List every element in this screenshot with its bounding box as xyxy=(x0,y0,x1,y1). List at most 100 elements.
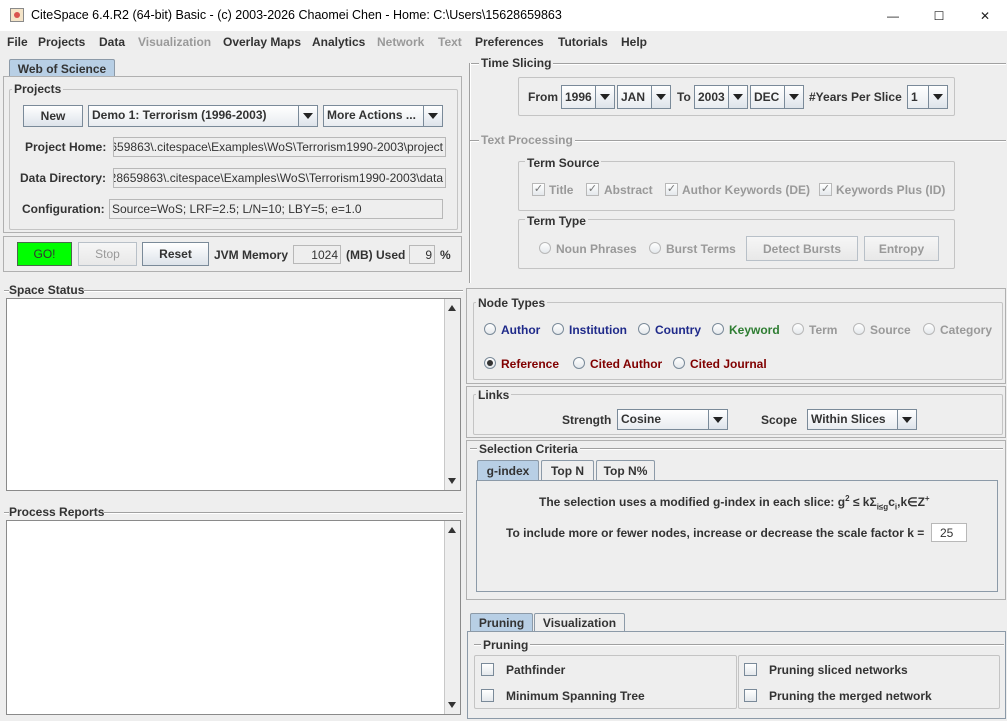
scroll-down-icon[interactable] xyxy=(448,702,456,708)
country-label: Country xyxy=(655,323,701,337)
maximize-button[interactable]: ☐ xyxy=(916,0,962,31)
process-reports-textarea[interactable] xyxy=(6,520,461,715)
keyword-radio[interactable] xyxy=(712,323,724,335)
term-label: Term xyxy=(809,323,838,337)
go-button[interactable]: GO! xyxy=(17,242,72,266)
to-year-value: 2003 xyxy=(698,90,725,104)
strength-select[interactable]: Cosine xyxy=(617,409,728,430)
pruning-rule xyxy=(474,644,1004,646)
close-button[interactable]: ✕ xyxy=(962,0,1007,31)
g-index-formula: The selection uses a modified g-index in… xyxy=(539,494,930,511)
menu-analytics[interactable]: Analytics xyxy=(312,35,365,49)
window-title: CiteSpace 6.4.R2 (64-bit) Basic - (c) 20… xyxy=(31,8,562,22)
pathfinder-checkbox[interactable] xyxy=(481,663,494,676)
burst-terms-radio[interactable] xyxy=(649,242,661,254)
title-checkbox[interactable]: ✓ xyxy=(532,183,545,196)
scroll-down-icon[interactable] xyxy=(448,478,456,484)
keyword-label: Keyword xyxy=(729,323,780,337)
menu-tutorials[interactable]: Tutorials xyxy=(558,35,608,49)
text-processing-title: Text Processing xyxy=(479,133,575,147)
right-panel-divider xyxy=(469,63,471,283)
country-radio[interactable] xyxy=(638,323,650,335)
cited-author-radio[interactable] xyxy=(573,357,585,369)
noun-phrases-radio[interactable] xyxy=(539,242,551,254)
pruning-merged-checkbox[interactable] xyxy=(744,689,757,702)
noun-phrases-label: Noun Phrases xyxy=(556,242,637,256)
project-select[interactable]: Demo 1: Terrorism (1996-2003) xyxy=(88,105,318,127)
menu-file[interactable]: File xyxy=(7,35,28,49)
tab-g-index[interactable]: g-index xyxy=(477,460,539,480)
menu-network[interactable]: Network xyxy=(377,35,424,49)
process-reports-scrollbar[interactable] xyxy=(444,521,460,714)
detect-bursts-button[interactable]: Detect Bursts xyxy=(746,236,858,261)
menu-preferences[interactable]: Preferences xyxy=(475,35,544,49)
data-directory-label: Data Directory: xyxy=(20,171,107,185)
jvm-memory-label: JVM Memory xyxy=(214,248,289,262)
title-checkbox-label: Title xyxy=(549,183,574,197)
configuration-field[interactable]: Source=WoS; LRF=2.5; L/N=10; LBY=5; e=1.… xyxy=(109,199,443,219)
author-radio[interactable] xyxy=(484,323,496,335)
cited-author-label: Cited Author xyxy=(590,357,663,371)
reference-label: Reference xyxy=(501,357,560,371)
keywords-plus-checkbox[interactable]: ✓ xyxy=(819,183,832,196)
from-year-select[interactable]: 1996 xyxy=(561,85,615,109)
years-per-slice-select[interactable]: 1 xyxy=(907,85,948,109)
tab-top-n-percent[interactable]: Top N% xyxy=(596,460,655,480)
projects-title: Projects xyxy=(12,82,64,96)
to-year-select[interactable]: 2003 xyxy=(694,85,748,109)
from-label: From xyxy=(528,90,558,104)
menu-text[interactable]: Text xyxy=(438,35,462,49)
scope-value: Within Slices xyxy=(811,412,886,426)
stop-button[interactable]: Stop xyxy=(78,242,137,266)
minimize-button[interactable]: — xyxy=(870,0,916,31)
formula-endsup: + xyxy=(924,494,930,503)
from-month-select[interactable]: JAN xyxy=(617,85,671,109)
app-icon xyxy=(10,8,24,22)
entropy-button[interactable]: Entropy xyxy=(864,236,939,261)
chevron-down-icon xyxy=(298,106,317,126)
term-radio[interactable] xyxy=(792,323,804,335)
scroll-up-icon[interactable] xyxy=(448,527,456,533)
configuration-label: Configuration: xyxy=(22,202,105,216)
data-directory-field[interactable]: C:\Users\15628659863\.citespace\Examples… xyxy=(113,168,446,188)
pruning-merged-label: Pruning the merged network xyxy=(769,689,932,703)
title-bar: CiteSpace 6.4.R2 (64-bit) Basic - (c) 20… xyxy=(0,0,1007,31)
years-per-slice-label: #Years Per Slice xyxy=(809,90,902,104)
tab-top-n[interactable]: Top N xyxy=(541,460,594,480)
scale-factor-input[interactable]: 25 xyxy=(931,523,967,542)
menu-help[interactable]: Help xyxy=(621,35,647,49)
tab-visualization[interactable]: Visualization xyxy=(534,613,625,632)
tab-pruning[interactable]: Pruning xyxy=(470,613,533,632)
scope-select[interactable]: Within Slices xyxy=(807,409,917,430)
abstract-checkbox[interactable]: ✓ xyxy=(586,183,599,196)
new-project-button[interactable]: New xyxy=(23,105,83,127)
reference-radio[interactable] xyxy=(484,357,496,369)
menu-visualization[interactable]: Visualization xyxy=(138,35,211,49)
reset-button[interactable]: Reset xyxy=(142,242,209,266)
pruning-sliced-checkbox[interactable] xyxy=(744,663,757,676)
scroll-up-icon[interactable] xyxy=(448,305,456,311)
source-radio[interactable] xyxy=(853,323,865,335)
tab-web-of-science[interactable]: Web of Science xyxy=(9,59,115,77)
jvm-memory-value: 1024 xyxy=(311,248,338,262)
menu-data[interactable]: Data xyxy=(99,35,125,49)
space-status-textarea[interactable] xyxy=(6,298,461,491)
chevron-down-icon xyxy=(651,86,670,108)
used-percent-value: 9 xyxy=(425,248,432,262)
institution-radio[interactable] xyxy=(552,323,564,335)
space-status-scrollbar[interactable] xyxy=(444,299,460,490)
project-home-value: C:\Users\15628659863\.citespace\Examples… xyxy=(114,140,443,154)
formula-end: ,k∈Z xyxy=(897,495,925,509)
chevron-down-icon xyxy=(897,410,916,429)
more-actions-select[interactable]: More Actions ... xyxy=(323,105,443,127)
author-keywords-checkbox[interactable]: ✓ xyxy=(665,183,678,196)
menu-overlay-maps[interactable]: Overlay Maps xyxy=(223,35,301,49)
close-icon: ✕ xyxy=(979,8,991,23)
to-month-select[interactable]: DEC xyxy=(750,85,804,109)
chevron-down-icon xyxy=(728,86,747,108)
project-home-field[interactable]: C:\Users\15628659863\.citespace\Examples… xyxy=(113,137,446,157)
mst-checkbox[interactable] xyxy=(481,689,494,702)
category-radio[interactable] xyxy=(923,323,935,335)
menu-projects[interactable]: Projects xyxy=(38,35,85,49)
cited-journal-radio[interactable] xyxy=(673,357,685,369)
